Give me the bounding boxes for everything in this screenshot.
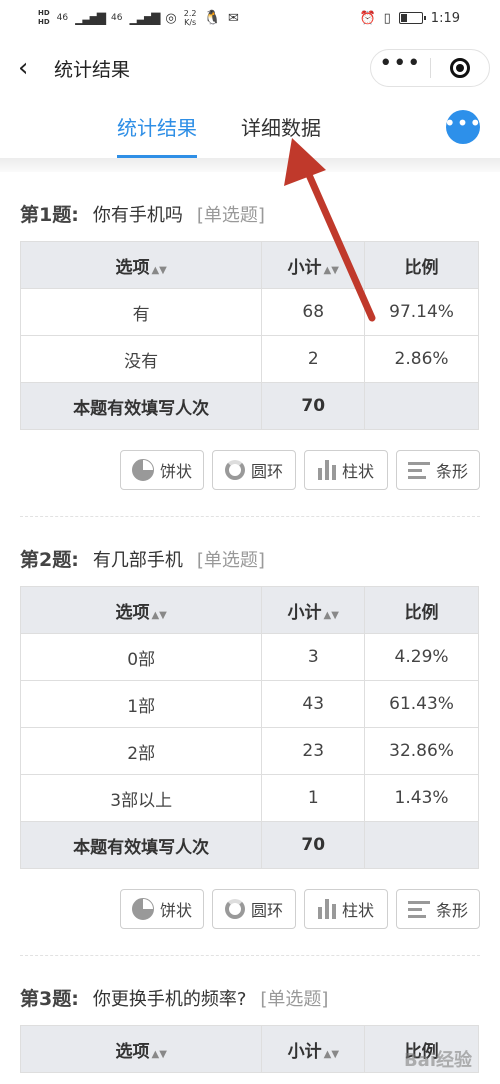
wifi-icon: ◎ <box>165 10 177 26</box>
network-label-2: 46 <box>111 13 123 23</box>
col-option-header[interactable]: 选项 ▲▼ <box>19 586 263 634</box>
question-type: [单选题] <box>260 989 329 1010</box>
question-number: 第1题: <box>20 204 79 226</box>
sort-icon: ▲▼ <box>323 609 339 621</box>
chart-type-buttons: 饼状 圆环 柱状 条形 <box>20 869 480 929</box>
close-miniprogram-button[interactable] <box>431 50 490 86</box>
question-number: 第3题: <box>20 988 79 1010</box>
hbar-chart-button[interactable]: 条形 <box>396 450 480 490</box>
bar-chart-icon <box>317 460 336 480</box>
network-label: 46 <box>56 13 69 23</box>
question-title: 你有手机吗 <box>92 205 183 226</box>
question-title: 有几部手机 <box>92 550 183 571</box>
sort-icon: ▲▼ <box>151 1048 167 1060</box>
signal-icon: ▁▃▅▇ <box>75 11 106 25</box>
net-speed: 2.2 K/s <box>183 9 197 27</box>
sort-icon: ▲▼ <box>151 264 167 276</box>
stats-table: 选项 ▲▼ 小计 ▲▼ 比例 0部 3 4.29% 1部 43 61.43% 2部 … <box>19 586 479 869</box>
hd-icon: HD HD <box>38 9 50 26</box>
col-count-header[interactable]: 小计 ▲▼ <box>261 586 366 634</box>
status-bar: HD HD 46 ▁▃▅▇ 46 ▁▃▅▇ ◎ 2.2 K/s 🐧 ✉ ⏰ ▯ … <box>0 0 500 36</box>
more-menu-button[interactable]: ••• <box>371 50 430 86</box>
nav-bar: ‹ 统计结果 ••• <box>0 36 500 100</box>
tab-details[interactable]: 详细数据 <box>241 100 321 158</box>
signal-icon-2: ▁▃▅▇ <box>129 11 161 25</box>
table-total-row: 本题有效填写人次 70 <box>19 382 479 430</box>
status-time: 1:19 <box>430 10 460 26</box>
table-row: 有 68 97.14% <box>19 288 479 336</box>
back-icon[interactable]: ‹ <box>18 53 34 83</box>
sort-icon: ▲▼ <box>323 1048 340 1060</box>
pie-chart-button[interactable]: 饼状 <box>120 889 204 929</box>
watermark: Bai经验 <box>403 1050 472 1071</box>
col-option-header[interactable]: 选项 ▲▼ <box>19 1025 263 1073</box>
bar-chart-button[interactable]: 柱状 <box>304 889 388 929</box>
col-ratio-header: 比例 <box>364 586 479 634</box>
ring-chart-icon <box>224 899 245 919</box>
page-title: 统计结果 <box>54 58 131 81</box>
battery-icon <box>398 12 426 24</box>
question-2: 第2题: 有几部手机 [单选题] 选项 ▲▼ 小计 ▲▼ 比例 0部 3 4.29%… <box>0 517 500 929</box>
pie-chart-icon <box>131 459 154 481</box>
question-number: 第2题: <box>20 549 79 571</box>
question-type: [单选题] <box>196 550 265 571</box>
col-count-header[interactable]: 小计 ▲▼ <box>261 241 366 289</box>
table-row: 1部 43 61.43% <box>19 680 479 728</box>
col-option-header[interactable]: 选项 ▲▼ <box>19 241 263 289</box>
stats-table: 选项 ▲▼ 小计 ▲▼ 比例 有 68 97.14% 没有 2 2.86% 本题有效… <box>19 241 479 430</box>
qq-icon: 🐧 <box>203 10 221 26</box>
col-ratio-header: 比例 <box>364 241 479 289</box>
question-1: 第1题: 你有手机吗 [单选题] 选项 ▲▼ 小计 ▲▼ 比例 有 68 97.14… <box>0 172 500 490</box>
table-header: 选项 ▲▼ 小计 ▲▼ 比例 <box>19 241 479 289</box>
ring-chart-button[interactable]: 圆环 <box>212 889 296 929</box>
question-title: 你更换手机的频率? <box>92 989 247 1010</box>
pie-chart-button[interactable]: 饼状 <box>120 450 204 490</box>
col-count-header[interactable]: 小计 ▲▼ <box>261 1025 366 1073</box>
status-right: ⏰ ▯ 1:19 <box>359 11 460 26</box>
chart-type-buttons: 饼状 圆环 柱状 条形 <box>20 430 480 490</box>
bar-chart-button[interactable]: 柱状 <box>304 450 388 490</box>
vibrate-icon: ▯ <box>383 10 391 26</box>
hbar-chart-icon <box>407 461 430 479</box>
sort-icon: ▲▼ <box>323 264 339 276</box>
dots-icon: ••• <box>379 51 422 76</box>
target-icon <box>449 58 470 78</box>
ring-chart-button[interactable]: 圆环 <box>212 450 296 490</box>
bar-chart-icon <box>317 899 336 919</box>
table-header: 选项 ▲▼ 小计 ▲▼ 比例 <box>19 586 479 634</box>
pie-chart-icon <box>131 898 154 920</box>
sort-icon: ▲▼ <box>151 609 167 621</box>
status-left: HD HD 46 ▁▃▅▇ 46 ▁▃▅▇ ◎ 2.2 K/s 🐧 ✉ <box>38 9 239 27</box>
ellipsis-icon: ••• <box>443 111 483 135</box>
table-row: 3部以上 1 1.43% <box>19 774 479 822</box>
tab-summary[interactable]: 统计结果 <box>117 100 197 158</box>
table-total-row: 本题有效填写人次 70 <box>19 821 479 869</box>
ring-chart-icon <box>224 460 245 480</box>
wechat-icon: ✉ <box>227 10 239 26</box>
hbar-chart-icon <box>407 900 430 918</box>
miniprogram-capsule: ••• <box>370 49 490 87</box>
table-row: 0部 3 4.29% <box>19 633 479 681</box>
tab-bar: 统计结果 详细数据 ••• <box>0 100 500 158</box>
more-options-button[interactable]: ••• <box>443 110 483 144</box>
alarm-icon: ⏰ <box>359 10 376 26</box>
table-row: 没有 2 2.86% <box>19 335 479 383</box>
table-row: 2部 23 32.86% <box>19 727 479 775</box>
hbar-chart-button[interactable]: 条形 <box>396 889 480 929</box>
question-type: [单选题] <box>196 205 265 226</box>
